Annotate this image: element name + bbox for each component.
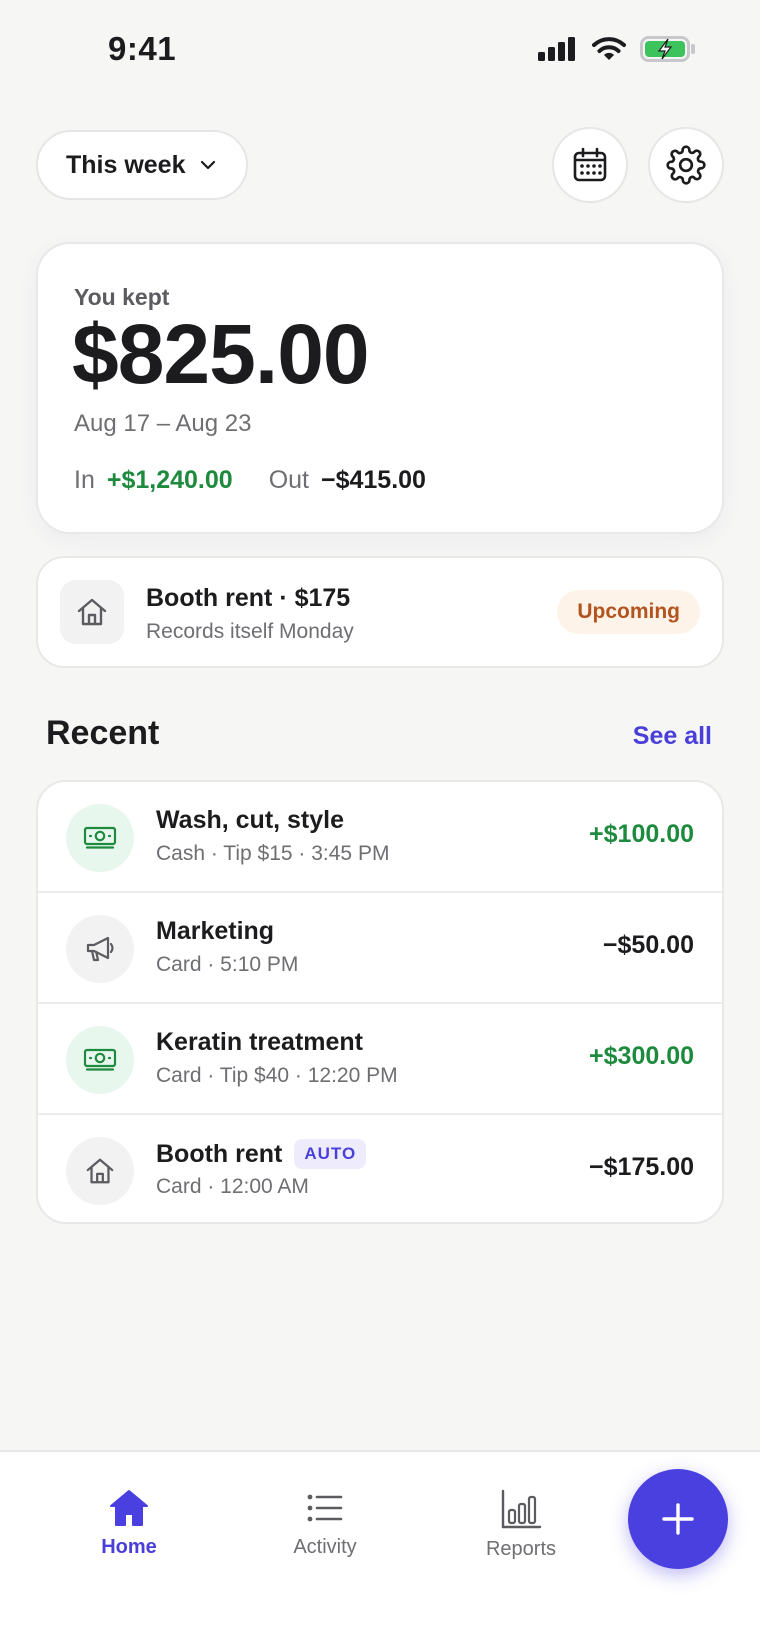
see-all-link[interactable]: See all (633, 722, 712, 751)
transaction-amount: −$175.00 (589, 1153, 694, 1181)
transaction-list: Wash, cut, style Cash · Tip $15 · 3:45 P… (36, 780, 724, 1224)
transaction-amount: +$100.00 (589, 820, 694, 848)
cash-icon (66, 804, 134, 872)
summary-card[interactable]: You kept $825.00 Aug 17 – Aug 23 In +$1,… (36, 242, 724, 534)
transaction-title: Wash, cut, style (156, 806, 345, 834)
transaction-row[interactable]: Booth rent AUTO Card · 12:00 AM −$175.00 (38, 1115, 722, 1222)
nav-home[interactable]: Home (59, 1488, 199, 1559)
transaction-title-row: Booth rent AUTO (156, 1139, 367, 1169)
bar-chart-icon (501, 1489, 542, 1529)
add-transaction-button[interactable] (628, 1469, 728, 1569)
out-amount: −$415.00 (320, 466, 426, 494)
megaphone-icon (66, 915, 134, 983)
kept-amount: $825.00 (72, 307, 370, 401)
date-range: Aug 17 – Aug 23 (74, 410, 252, 437)
period-selector[interactable]: This week (36, 130, 248, 200)
transaction-row[interactable]: Keratin treatment Card · Tip $40 · 12:20… (38, 1004, 722, 1115)
transaction-title: Marketing (156, 917, 275, 945)
top-controls: This week (36, 127, 724, 203)
in-label: In (74, 466, 95, 494)
transaction-amount: +$300.00 (589, 1042, 694, 1070)
status-badge: Upcoming (557, 590, 700, 634)
status-icons (538, 36, 696, 62)
transaction-subtitle: Card · 12:00 AM (156, 1175, 309, 1198)
nav-activity[interactable]: Activity (255, 1488, 395, 1559)
upcoming-subtitle: Records itself Monday (146, 620, 354, 643)
gear-icon (666, 145, 706, 185)
nav-activity-label: Activity (293, 1536, 357, 1558)
transaction-title: Keratin treatment (156, 1028, 363, 1056)
house-icon (66, 1137, 134, 1205)
transaction-title: Booth rent (156, 1139, 283, 1168)
nav-reports[interactable]: Reports (451, 1488, 591, 1561)
battery-charging-icon (640, 36, 695, 62)
cash-flow-row: In +$1,240.00 Out −$415.00 (74, 466, 426, 495)
calendar-button[interactable] (552, 127, 628, 203)
transaction-row[interactable]: Marketing Card · 5:10 PM −$50.00 (38, 893, 722, 1004)
transaction-subtitle: Cash · Tip $15 · 3:45 PM (156, 842, 390, 865)
nav-home-label: Home (101, 1536, 157, 1558)
home-icon (110, 1490, 148, 1526)
chevron-down-icon (200, 160, 215, 170)
auto-badge: AUTO (294, 1139, 367, 1169)
transaction-row[interactable]: Wash, cut, style Cash · Tip $15 · 3:45 P… (38, 782, 722, 893)
transaction-subtitle: Card · 5:10 PM (156, 953, 299, 976)
list-icon (307, 1494, 343, 1522)
cash-icon (66, 1026, 134, 1094)
wifi-icon (592, 37, 626, 60)
settings-button[interactable] (648, 127, 724, 203)
transaction-amount: −$50.00 (602, 931, 694, 959)
status-time: 9:41 (108, 30, 177, 67)
calendar-icon (573, 147, 607, 182)
period-label: This week (66, 150, 186, 179)
out-label: Out (268, 466, 309, 494)
house-icon (60, 580, 124, 644)
nav-reports-label: Reports (485, 1538, 557, 1560)
transaction-subtitle: Card · Tip $40 · 12:20 PM (156, 1064, 398, 1087)
in-amount: +$1,240.00 (106, 466, 233, 494)
recent-heading: Recent (46, 714, 160, 752)
plus-icon (662, 1503, 694, 1535)
upcoming-title: Booth rent · $175 (146, 584, 351, 612)
status-bar: 9:41 (0, 0, 760, 100)
signal-icon (538, 37, 575, 61)
upcoming-card[interactable]: Booth rent · $175 Records itself Monday … (36, 556, 724, 668)
